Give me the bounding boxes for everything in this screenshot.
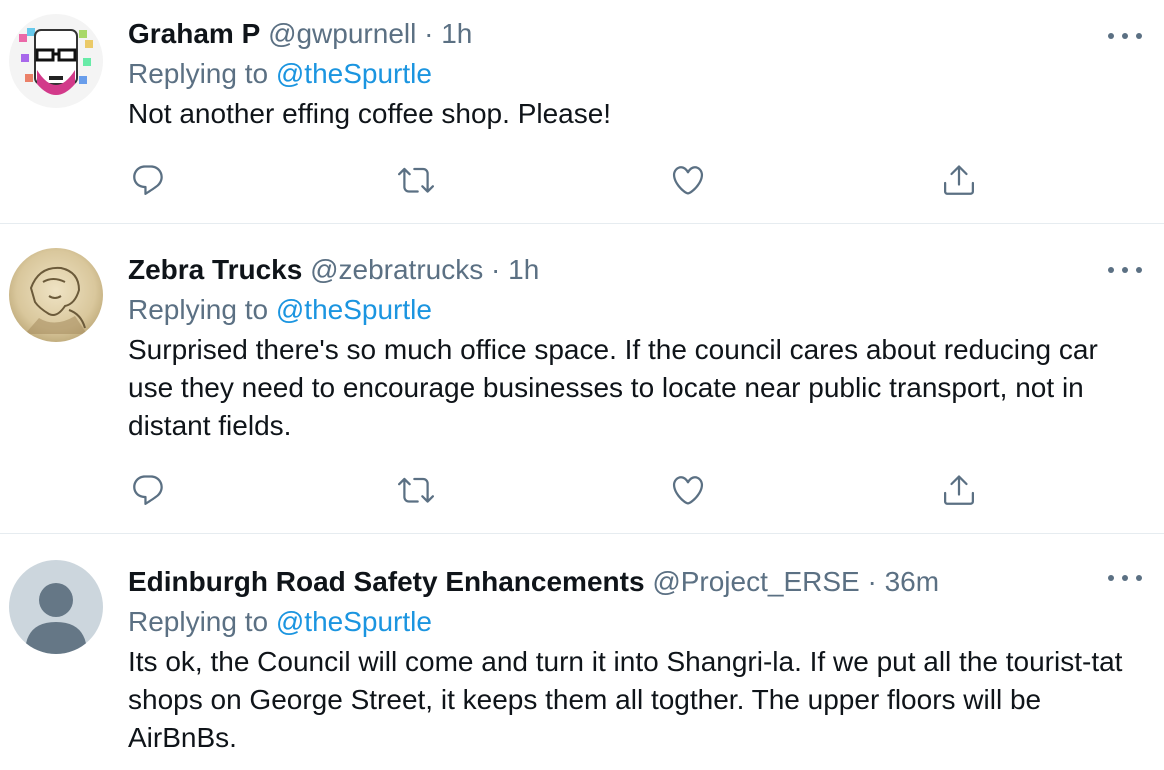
- handle[interactable]: @zebratrucks: [310, 254, 483, 285]
- timestamp[interactable]: 36m: [885, 566, 939, 597]
- more-dots-icon[interactable]: [1108, 572, 1142, 584]
- tweet-text: Surprised there's so much office space. …: [128, 334, 1098, 441]
- display-name[interactable]: Zebra Trucks: [128, 254, 302, 285]
- reply-icon: [133, 475, 163, 505]
- separator: ·: [424, 18, 434, 49]
- tweet-text: Its ok, the Council will come and turn i…: [128, 646, 1123, 753]
- tweet-content: Edinburgh Road Safety Enhancements @Proj…: [128, 562, 1140, 757]
- more-dots-icon[interactable]: [1108, 264, 1142, 276]
- mention-link[interactable]: @theSpurtle: [276, 606, 432, 637]
- reply-icon: [133, 165, 163, 195]
- like-button[interactable]: [668, 160, 708, 200]
- avatar[interactable]: [9, 560, 103, 654]
- share-button[interactable]: [939, 470, 979, 510]
- tweet-header: Graham P @gwpurnell · 1h: [128, 14, 1140, 54]
- retweet-icon: [398, 477, 434, 503]
- timestamp[interactable]: 1h: [508, 254, 539, 285]
- replying-to-line: Replying to @theSpurtle: [128, 603, 1140, 641]
- retweet-button[interactable]: [396, 160, 436, 200]
- mention-link[interactable]: @theSpurtle: [276, 58, 432, 89]
- separator: ·: [867, 566, 877, 597]
- tweet-actions: [128, 160, 988, 200]
- like-button[interactable]: [668, 470, 708, 510]
- replying-to-label: Replying to: [128, 294, 269, 325]
- more-dots-icon[interactable]: [1108, 30, 1142, 42]
- display-name[interactable]: Edinburgh Road Safety Enhancements: [128, 566, 645, 597]
- share-icon: [944, 165, 974, 195]
- heart-icon: [672, 166, 704, 195]
- timestamp[interactable]: 1h: [441, 18, 472, 49]
- retweet-icon: [398, 167, 434, 193]
- tweet[interactable]: Graham P @gwpurnell · 1h Replying to @th…: [0, 0, 1164, 224]
- avatar[interactable]: [9, 248, 103, 342]
- share-icon: [944, 475, 974, 505]
- tweet-actions: [128, 470, 988, 510]
- tweet[interactable]: Zebra Trucks @zebratrucks · 1h Replying …: [0, 224, 1164, 534]
- tweet[interactable]: Edinburgh Road Safety Enhancements @Proj…: [0, 534, 1164, 770]
- tweet-header: Edinburgh Road Safety Enhancements @Proj…: [128, 562, 1140, 602]
- display-name[interactable]: Graham P: [128, 18, 260, 49]
- replying-to-line: Replying to @theSpurtle: [128, 55, 1140, 93]
- avatar[interactable]: [9, 14, 103, 108]
- share-button[interactable]: [939, 160, 979, 200]
- default-person-avatar-icon: [9, 560, 103, 654]
- replying-to-label: Replying to: [128, 58, 269, 89]
- tweet-header: Zebra Trucks @zebratrucks · 1h: [128, 250, 1140, 290]
- reply-button[interactable]: [128, 470, 168, 510]
- handle[interactable]: @gwpurnell: [268, 18, 416, 49]
- separator: ·: [491, 254, 501, 285]
- reply-button[interactable]: [128, 160, 168, 200]
- replying-to-line: Replying to @theSpurtle: [128, 291, 1140, 329]
- replying-to-label: Replying to: [128, 606, 269, 637]
- heart-icon: [672, 476, 704, 505]
- sepia-sketch-avatar-icon: [9, 248, 103, 342]
- mention-link[interactable]: @theSpurtle: [276, 294, 432, 325]
- tweet-content: Graham P @gwpurnell · 1h Replying to @th…: [128, 14, 1140, 133]
- tweet-content: Zebra Trucks @zebratrucks · 1h Replying …: [128, 250, 1140, 445]
- retweet-button[interactable]: [396, 470, 436, 510]
- tweet-text: Not another effing coffee shop. Please!: [128, 98, 612, 129]
- handle[interactable]: @Project_ERSE: [652, 566, 859, 597]
- pixel-art-face-avatar-icon: [9, 14, 103, 108]
